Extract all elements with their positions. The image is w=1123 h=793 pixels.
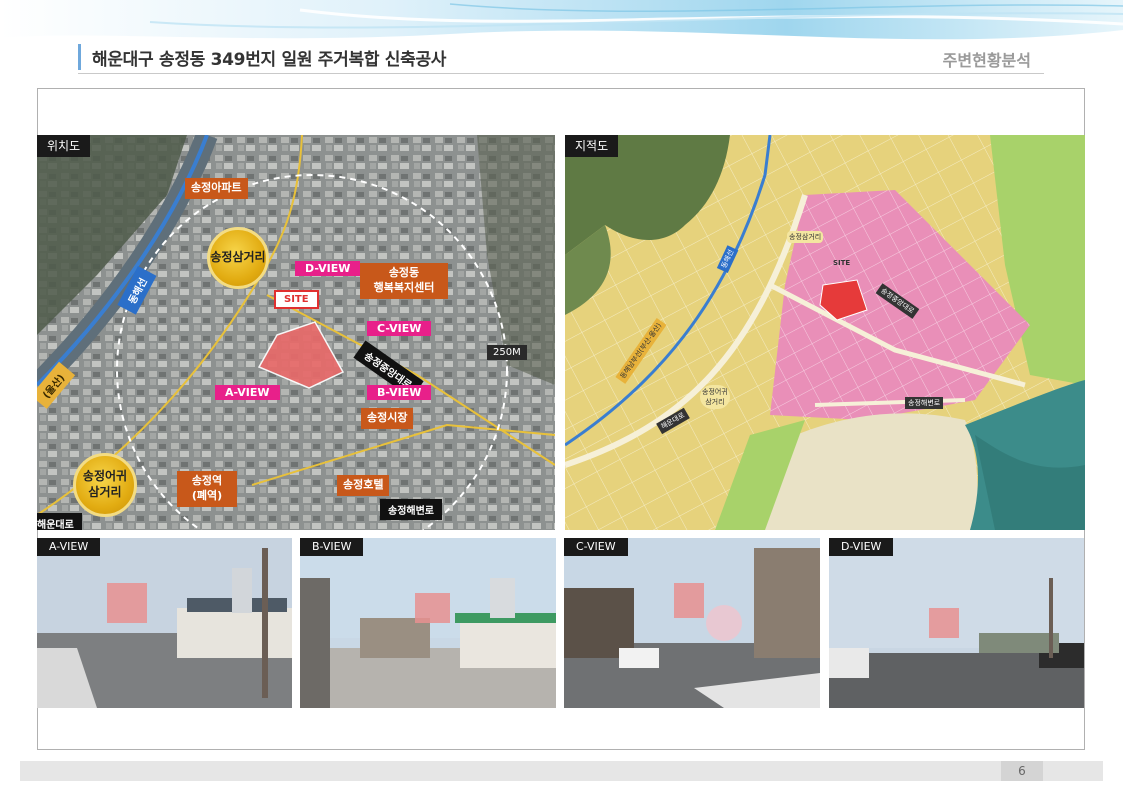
photo-b-view-image	[300, 538, 556, 708]
label-haeundae-road: 해운대로	[37, 513, 82, 530]
footer-bar	[20, 761, 1103, 781]
location-map-label: 위치도	[37, 135, 91, 157]
badge-songjeong-eogwi-samgeori: 송정어귀 삼거리	[73, 453, 137, 517]
cadastral-map: 지적도 송정삼거리 SITE 송정중앙대로 동해선 동해남부선(부산-울산) 송…	[565, 135, 1085, 530]
cadastral-zoning-graphic	[565, 135, 1085, 530]
label-b-view: B-VIEW	[367, 385, 432, 400]
welfare-center-line1: 송정동	[388, 266, 420, 279]
cadastral-label-samgeori: 송정삼거리	[787, 231, 824, 243]
label-radius-250m: 250M	[487, 345, 527, 360]
label-songjeong-market: 송정시장	[361, 408, 414, 429]
cadastral-eogwi-line1: 송정어귀	[702, 388, 728, 396]
station-line1: 송정역	[191, 474, 223, 487]
label-d-view: D-VIEW	[295, 261, 361, 276]
cadastral-map-label: 지적도	[565, 135, 619, 157]
photo-a-view: A-VIEW	[37, 538, 292, 708]
page-title: 해운대구 송정동 349번지 일원 주거복합 신축공사	[92, 50, 447, 70]
location-map: 위치도 송정아파트 송정삼거리 D-VIEW 송정동 행복복지센터 SITE C…	[37, 135, 555, 530]
page-number: 6	[1001, 761, 1043, 781]
label-welfare-center: 송정동 행복복지센터	[360, 263, 448, 299]
cadastral-label-haebyeon: 송정해변로	[905, 397, 944, 409]
cadastral-label-eogwi: 송정어귀 삼거리	[700, 385, 730, 409]
photo-d-view: D-VIEW	[829, 538, 1084, 708]
cadastral-label-site: SITE	[833, 259, 851, 267]
photo-d-view-image	[829, 538, 1084, 708]
section-title: 주변현황분석	[942, 51, 1031, 70]
photo-c-view: C-VIEW	[564, 538, 820, 708]
photo-b-view: B-VIEW	[300, 538, 556, 708]
photo-d-view-label: D-VIEW	[829, 538, 894, 556]
title-divider	[78, 73, 1044, 74]
cadastral-eogwi-line2: 삼거리	[705, 398, 725, 406]
label-songjeong-station: 송정역 (폐역)	[177, 471, 237, 507]
label-songjeong-haebyeon-road: 송정해변로	[380, 499, 442, 520]
label-songjeong-hotel: 송정호텔	[337, 475, 390, 496]
label-c-view: C-VIEW	[367, 321, 432, 336]
badge-songjeong-samgeori: 송정삼거리	[207, 227, 269, 289]
eogwi-line2: 삼거리	[88, 485, 122, 499]
welfare-center-line2: 행복복지센터	[373, 280, 435, 294]
label-a-view: A-VIEW	[215, 385, 280, 400]
photo-c-view-image	[564, 538, 820, 708]
title-accent-bar	[78, 44, 81, 70]
photo-c-view-label: C-VIEW	[564, 538, 628, 556]
badge-songjeong-samgeori-text: 송정삼거리	[210, 250, 266, 265]
photo-b-view-label: B-VIEW	[300, 538, 364, 556]
site-marker: SITE	[274, 290, 319, 309]
station-line2: (폐역)	[191, 488, 223, 502]
photo-a-view-label: A-VIEW	[37, 538, 101, 556]
photo-a-view-image	[37, 538, 292, 708]
label-songjeong-apartment: 송정아파트	[185, 178, 248, 199]
eogwi-line1: 송정어귀	[82, 469, 128, 484]
